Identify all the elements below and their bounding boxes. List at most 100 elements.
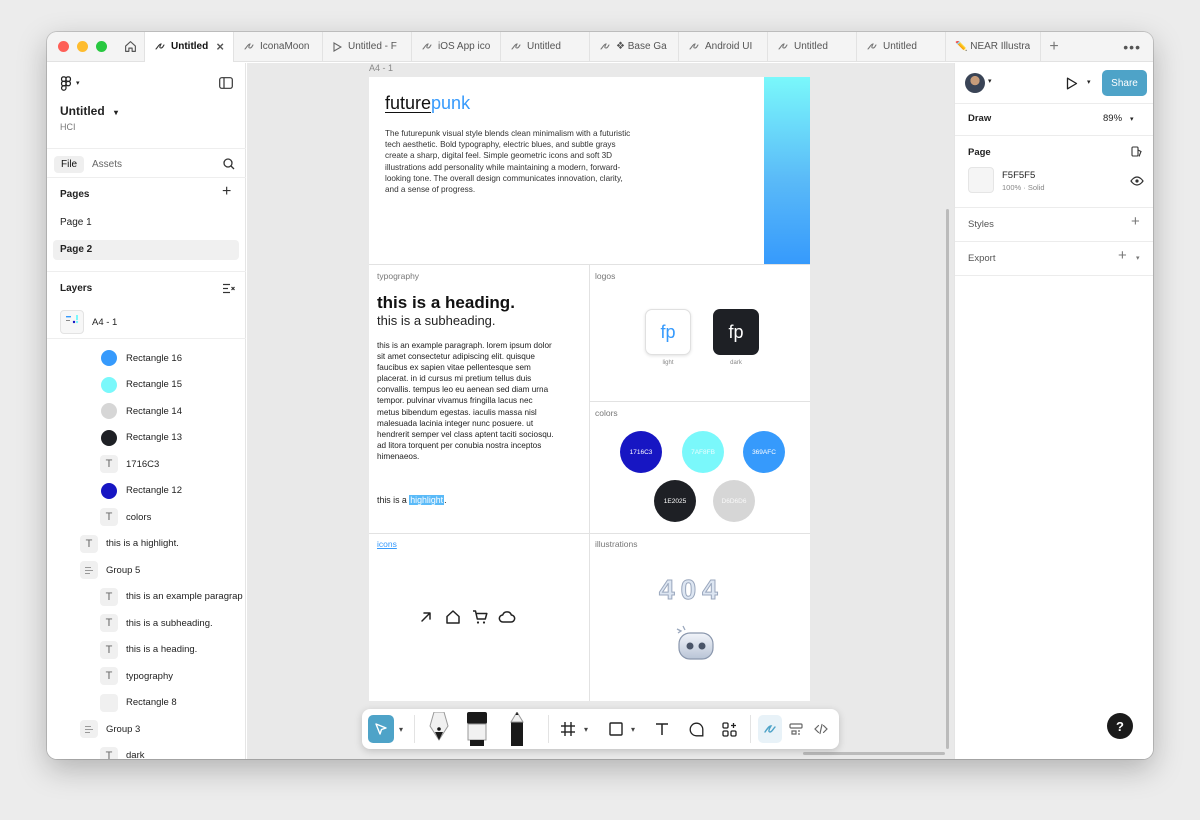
- draw-scribble-icon: [764, 725, 776, 733]
- artboard-frame[interactable]: futurepunk The futurepunk visual style b…: [369, 77, 810, 701]
- layer-row[interactable]: Rectangle 15: [100, 373, 182, 397]
- present-chevron-icon[interactable]: ▾: [1087, 78, 1091, 86]
- page-item-2[interactable]: Page 2: [53, 240, 239, 260]
- horizontal-scrollbar[interactable]: [803, 752, 945, 755]
- layer-row[interactable]: Rectangle 14: [100, 399, 182, 423]
- page-color-swatch[interactable]: [968, 167, 994, 193]
- layer-row[interactable]: Tthis is an example paragrap: [100, 585, 243, 609]
- tab-file-7[interactable]: Android UI: [679, 32, 768, 62]
- layer-row[interactable]: Tthis is a highlight.: [80, 532, 179, 556]
- zoom-window-button[interactable]: [96, 41, 107, 52]
- layer-row[interactable]: Ttypography: [100, 664, 173, 688]
- text-layer-icon: T: [80, 534, 98, 553]
- layer-row[interactable]: Rectangle 12: [100, 479, 182, 503]
- layer-row[interactable]: Rectangle 13: [100, 426, 182, 450]
- add-style-icon[interactable]: +: [1131, 213, 1140, 230]
- layer-row[interactable]: Tthis is a subheading.: [100, 611, 213, 635]
- tab-assets[interactable]: Assets: [85, 156, 129, 173]
- share-button[interactable]: Share: [1102, 70, 1147, 96]
- ellipse-layer-icon: [100, 402, 118, 420]
- highlight-prefix: this is a: [377, 495, 410, 505]
- close-tab-icon[interactable]: ×: [216, 39, 224, 54]
- new-tab-button[interactable]: +: [1041, 38, 1067, 56]
- dev-mode-button[interactable]: [811, 715, 831, 743]
- more-menu-button[interactable]: •••: [1123, 39, 1141, 55]
- visibility-eye-icon[interactable]: [1130, 176, 1144, 186]
- zoom-control[interactable]: 89% ▾: [1103, 113, 1134, 124]
- frame-label[interactable]: A4 - 1: [369, 63, 393, 73]
- text-layer-icon: T: [100, 746, 118, 759]
- layer-row[interactable]: Tdark: [100, 744, 144, 759]
- vertical-scrollbar[interactable]: [946, 209, 949, 749]
- page-color-hex[interactable]: F5F5F5: [1002, 170, 1035, 181]
- frame-tool-menu[interactable]: ▾: [581, 715, 591, 743]
- present-play-icon[interactable]: [1066, 77, 1078, 90]
- figma-menu-icon[interactable]: [60, 76, 72, 92]
- text-layer-icon: T: [100, 667, 118, 685]
- layer-name: typography: [126, 670, 174, 682]
- team-name: HCI: [60, 122, 76, 132]
- draw-mode-button[interactable]: [758, 715, 782, 743]
- file-title[interactable]: Untitled ▾: [60, 104, 118, 118]
- tab-file-9[interactable]: Untitled: [857, 32, 946, 62]
- page-settings-icon[interactable]: [1131, 146, 1143, 158]
- move-tool-button[interactable]: [368, 715, 394, 743]
- divider: [414, 715, 415, 743]
- layer-row[interactable]: Group 3: [80, 717, 140, 741]
- tab-file[interactable]: File: [54, 156, 85, 173]
- text-tool-button[interactable]: [652, 715, 672, 743]
- minimize-window-button[interactable]: [77, 41, 88, 52]
- tab-label: Untitled: [171, 41, 209, 52]
- shape-tool-menu[interactable]: ▾: [628, 715, 638, 743]
- avatar-chevron-icon[interactable]: ▾: [988, 77, 992, 85]
- left-panel: ▾ Untitled ▾ HCI File Assets Pages + Pag…: [47, 63, 246, 759]
- highlight-word: highlight: [409, 495, 445, 505]
- code-icon: [814, 723, 828, 735]
- tab-file-6[interactable]: ❖ Base Ga: [590, 32, 679, 62]
- marker-tool-button[interactable]: [464, 712, 490, 746]
- tab-file-1[interactable]: Untitled ×: [145, 32, 234, 62]
- layer-row[interactable]: Tcolors: [100, 505, 151, 529]
- tab-file-10[interactable]: ✏️ NEAR Illustra: [946, 32, 1041, 62]
- tab-label: IconaMoon: [260, 41, 310, 52]
- layer-row[interactable]: Rectangle 16: [100, 346, 182, 370]
- layer-row[interactable]: T 1716C3: [100, 452, 159, 476]
- tab-label: iOS App ico: [438, 41, 491, 52]
- design-mode-button[interactable]: [786, 715, 806, 743]
- logo-light: fp: [645, 309, 691, 355]
- avatar[interactable]: [965, 73, 985, 93]
- comment-tool-button[interactable]: [686, 715, 706, 743]
- add-export-icon[interactable]: +: [1118, 247, 1127, 264]
- tab-file-5[interactable]: Untitled: [501, 32, 590, 62]
- tab-file-4[interactable]: iOS App ico: [412, 32, 501, 62]
- shape-tool-button[interactable]: [606, 715, 626, 743]
- canvas[interactable]: A4 - 1 futurepunk The futurepunk visual …: [247, 63, 954, 759]
- layer-row[interactable]: Group 5: [80, 558, 140, 582]
- layer-row[interactable]: Rectangle 8: [100, 691, 177, 715]
- layer-row[interactable]: Tthis is a heading.: [100, 638, 197, 662]
- tab-label: Untitled: [794, 41, 828, 52]
- pen-tool-button[interactable]: [426, 712, 452, 743]
- pencil-tool-button[interactable]: [504, 712, 530, 746]
- close-window-button[interactable]: [58, 41, 69, 52]
- page-item-1[interactable]: Page 1: [53, 213, 239, 233]
- actions-tool-button[interactable]: [719, 715, 739, 743]
- components-plus-icon: [721, 721, 737, 737]
- frame-tool-button[interactable]: [558, 715, 578, 743]
- layer-name: 1716C3: [126, 458, 160, 470]
- export-chevron-icon[interactable]: ▾: [1136, 254, 1140, 262]
- add-page-icon[interactable]: +: [222, 183, 231, 201]
- text-layer-icon: T: [100, 614, 118, 632]
- tab-file-8[interactable]: Untitled: [768, 32, 857, 62]
- figma-menu-chevron-icon[interactable]: ▾: [76, 79, 80, 87]
- search-icon[interactable]: [223, 158, 235, 170]
- tab-file-3[interactable]: Untitled - F: [323, 32, 412, 62]
- layer-frame[interactable]: A4 - 1: [60, 309, 117, 335]
- collapse-layers-icon[interactable]: [223, 283, 235, 294]
- home-icon: [446, 610, 460, 624]
- toggle-sidebar-icon[interactable]: [219, 77, 233, 89]
- tab-file-2[interactable]: IconaMoon: [234, 32, 323, 62]
- help-button[interactable]: ?: [1107, 713, 1133, 739]
- home-button[interactable]: [117, 32, 145, 62]
- move-tool-menu[interactable]: ▾: [396, 715, 406, 743]
